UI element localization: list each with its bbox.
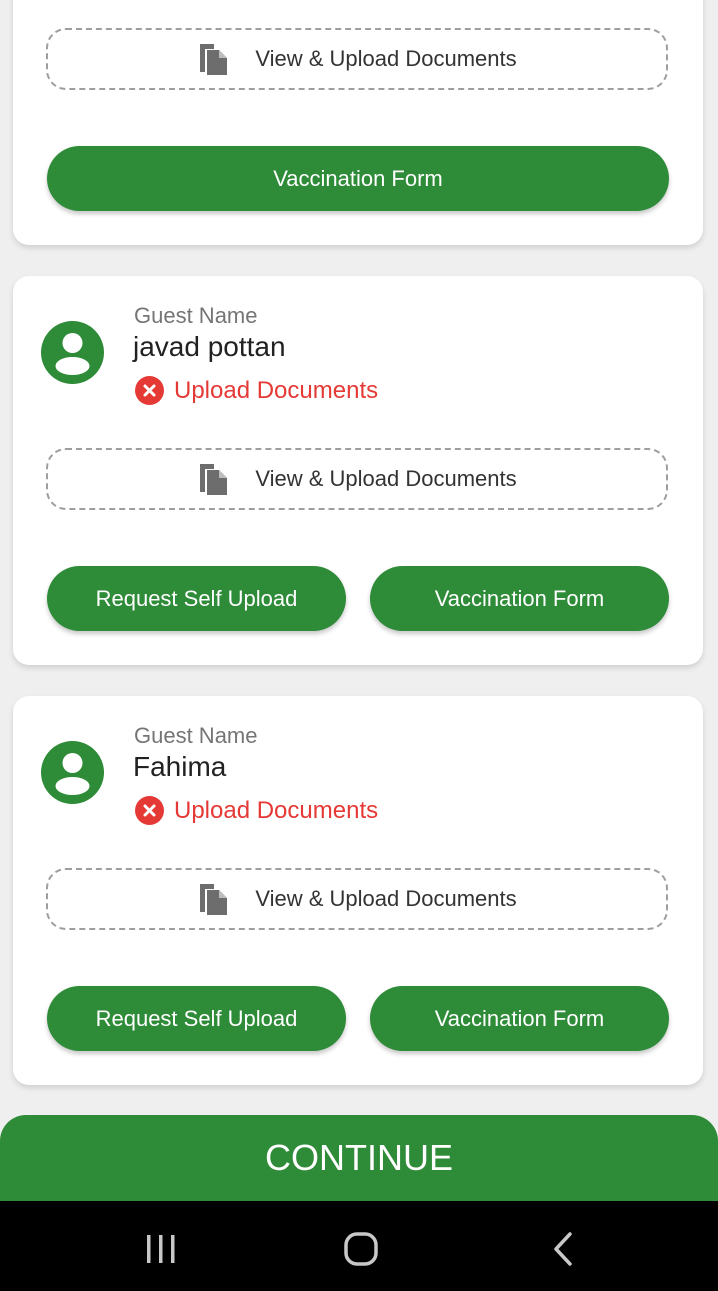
view-upload-documents-button[interactable]: View & Upload Documents: [46, 868, 668, 930]
guest-card: Guest Name javad pottan Upload Documents…: [13, 276, 703, 665]
back-button[interactable]: [543, 1229, 583, 1269]
error-circle-icon: [135, 376, 164, 405]
guest-name: Fahima: [133, 751, 227, 782]
home-icon: [344, 1232, 378, 1266]
vaccination-form-button[interactable]: Vaccination Form: [47, 146, 669, 211]
home-button[interactable]: [341, 1229, 381, 1269]
guest-name-label: Guest Name: [134, 723, 258, 748]
person-avatar-icon: [41, 741, 104, 804]
vaccination-form-button[interactable]: Vaccination Form: [370, 566, 669, 631]
upload-status: Upload Documents: [135, 796, 378, 825]
request-self-upload-button[interactable]: Request Self Upload: [47, 566, 346, 631]
recent-apps-icon: [147, 1235, 175, 1263]
upload-status-text: Upload Documents: [174, 796, 379, 824]
documents-icon: [200, 44, 228, 75]
documents-icon: [200, 464, 228, 495]
continue-button[interactable]: CONTINUE: [0, 1115, 718, 1201]
documents-icon: [200, 884, 228, 915]
view-upload-documents-label: View & Upload Documents: [255, 466, 517, 491]
guest-card: View & Upload Documents Vaccination Form: [13, 0, 703, 245]
system-nav-bar: [0, 1201, 718, 1291]
request-self-upload-button[interactable]: Request Self Upload: [47, 986, 346, 1051]
guest-name-label: Guest Name: [134, 303, 258, 328]
view-upload-documents-label: View & Upload Documents: [255, 886, 517, 911]
view-upload-documents-button[interactable]: View & Upload Documents: [46, 28, 668, 90]
view-upload-documents-label: View & Upload Documents: [255, 46, 517, 71]
upload-status-text: Upload Documents: [174, 376, 379, 404]
vaccination-form-button[interactable]: Vaccination Form: [370, 986, 669, 1051]
guest-card: Guest Name Fahima Upload Documents View …: [13, 696, 703, 1085]
recent-apps-button[interactable]: [141, 1229, 181, 1269]
upload-status: Upload Documents: [135, 376, 378, 405]
view-upload-documents-button[interactable]: View & Upload Documents: [46, 448, 668, 510]
guest-name: javad pottan: [133, 331, 286, 362]
back-icon: [554, 1232, 572, 1266]
error-circle-icon: [135, 796, 164, 825]
person-avatar-icon: [41, 321, 104, 384]
